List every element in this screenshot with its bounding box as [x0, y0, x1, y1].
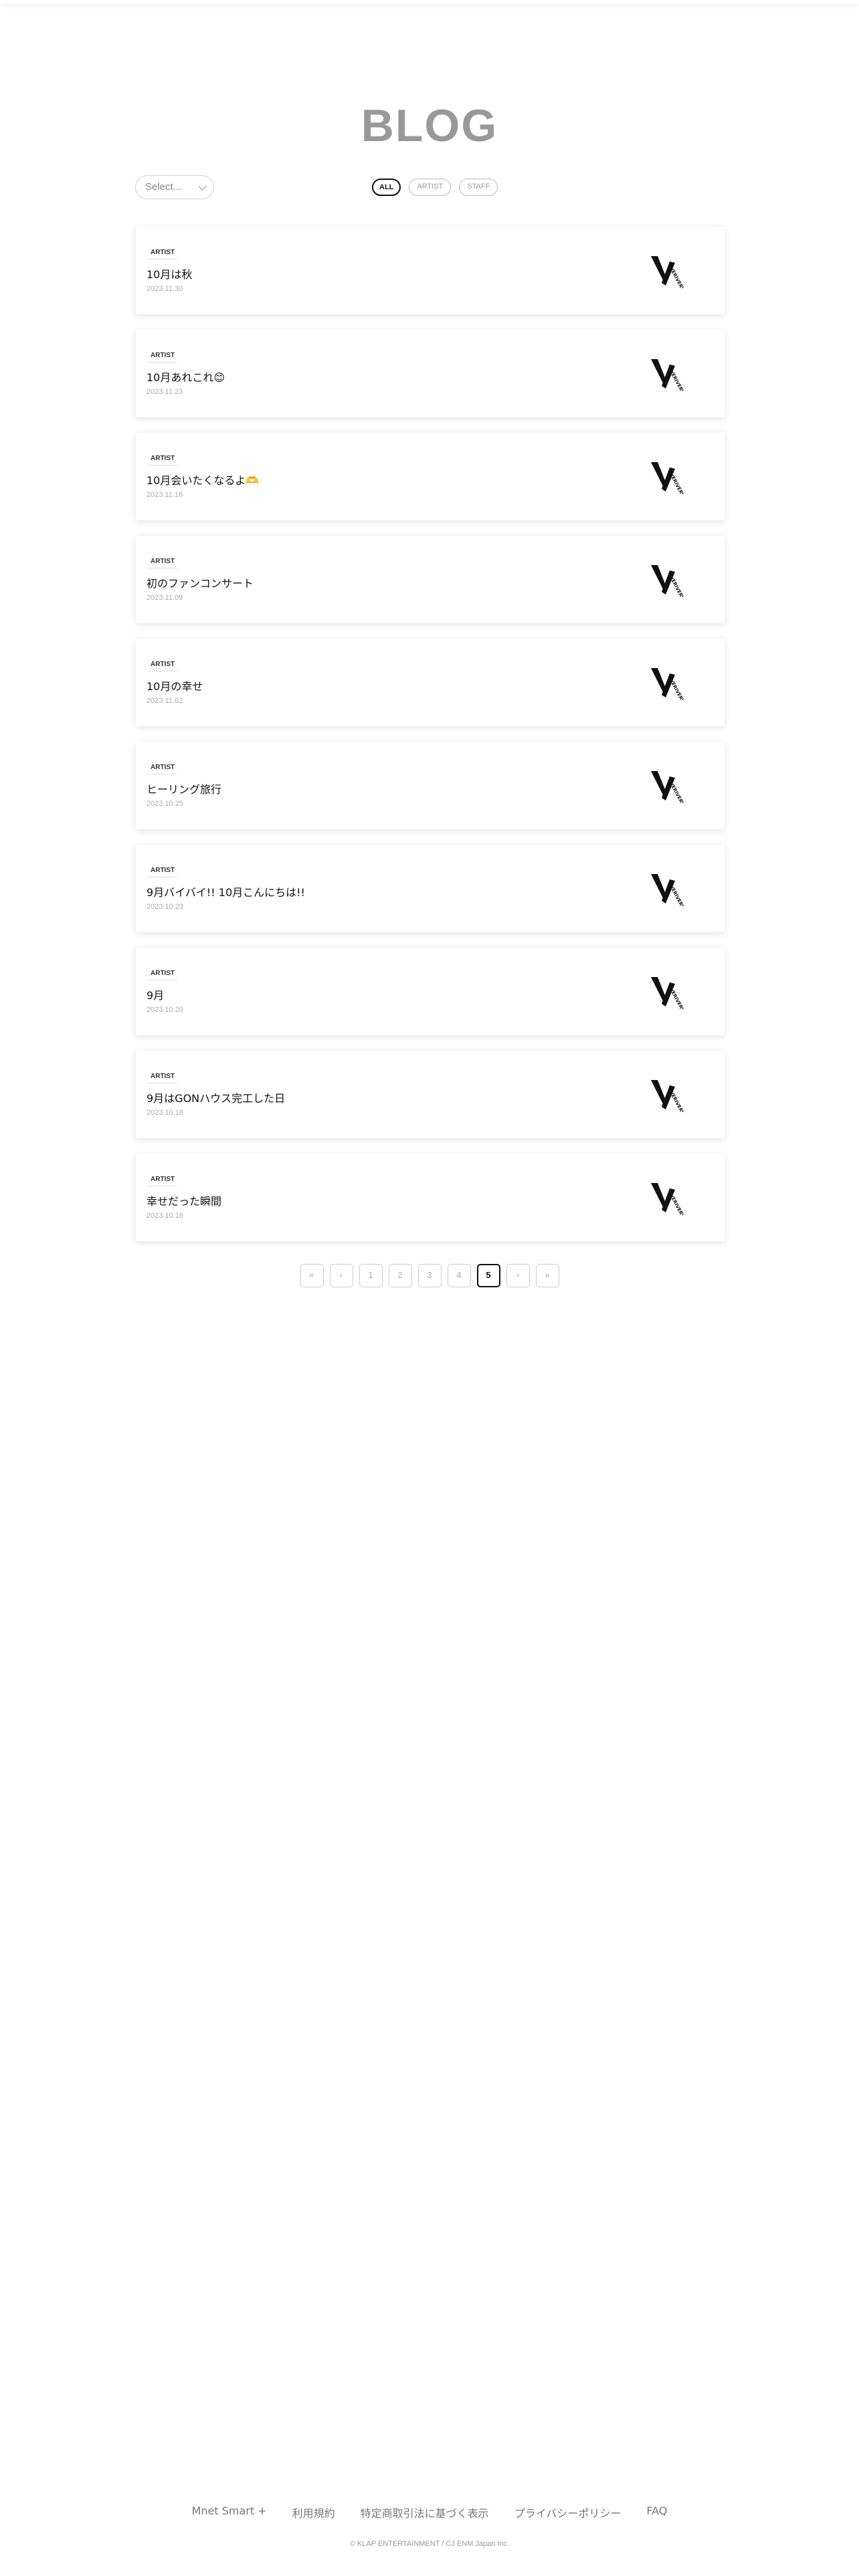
pagination-page-1[interactable]: 1 — [359, 1264, 383, 1287]
blog-page: BLOG Select... ALL ARTIST STAFF ARTIST 10… — [0, 0, 859, 2576]
post-title: 9月 — [147, 989, 165, 1002]
footer-link-terms[interactable]: 利用規約 — [292, 2504, 335, 2520]
svg-text:VERIVERY: VERIVERY — [668, 987, 684, 1009]
svg-text:VERIVERY: VERIVERY — [668, 884, 684, 906]
filter-chip-all[interactable]: ALL — [372, 179, 401, 196]
post-title: 10月会いたくなるよ🫶 — [147, 474, 260, 487]
post-title: 幸せだった瞬間 — [147, 1195, 222, 1208]
post-title: 10月は秋 — [147, 268, 193, 281]
category-select-placeholder: Select... — [145, 181, 182, 193]
verivery-v-logo-icon: VERIVERY — [651, 256, 684, 288]
post-date: 2023.11.16 — [147, 491, 183, 499]
svg-text:VERIVERY: VERIVERY — [668, 781, 684, 803]
footer-link-faq[interactable]: FAQ — [646, 2504, 667, 2520]
filter-chips: ALL ARTIST STAFF — [372, 179, 498, 196]
svg-text:VERIVERY: VERIVERY — [668, 1090, 684, 1112]
copyright: © KLAP ENTERTAINMENT / CJ ENM Japan Inc. — [349, 2540, 510, 2548]
post-title: ヒーリング旅行 — [147, 783, 222, 796]
post-category-tag: ARTIST — [148, 556, 178, 568]
post-category-tag: ARTIST — [148, 968, 178, 980]
post-category-tag: ARTIST — [148, 453, 178, 465]
pagination-next-button[interactable]: › — [506, 1264, 530, 1287]
post-title: 10月の幸せ — [147, 680, 203, 693]
post-card[interactable]: ARTIST 10月会いたくなるよ🫶 2023.11.16 VERIVERY — [136, 433, 725, 520]
post-list: ARTIST 10月は秋 2023.11.30 VERIVERY ARTIST 10月あれ… — [136, 227, 725, 1257]
post-date: 2023.11.30 — [147, 285, 183, 293]
post-category-tag: ARTIST — [148, 762, 178, 774]
pagination-page-3[interactable]: 3 — [417, 1264, 442, 1287]
footer-link-commerce-law[interactable]: 特定商取引法に基づく表示 — [361, 2504, 489, 2520]
post-title: 10月あれこれ😊 — [147, 371, 225, 384]
post-category-tag: ARTIST — [148, 1071, 178, 1083]
pagination-page-2[interactable]: 2 — [388, 1264, 412, 1287]
pagination-last-button[interactable]: » — [535, 1264, 559, 1287]
post-card[interactable]: ARTIST ヒーリング旅行 2023.10.25 VERIVERY — [136, 742, 725, 829]
post-date: 2023.10.20 — [147, 1006, 184, 1014]
post-date: 2023.11.23 — [147, 388, 183, 396]
page-title: BLOG — [361, 100, 498, 151]
footer-link-mnet-smart[interactable]: Mnet Smart + — [192, 2504, 267, 2520]
verivery-v-logo-icon: VERIVERY — [651, 462, 684, 494]
post-date: 2023.11.09 — [147, 594, 183, 602]
post-card[interactable]: ARTIST 9月バイバイ!! 10月こんにちは!! 2023.10.23 VERIV… — [136, 845, 725, 932]
pagination-first-button[interactable]: « — [300, 1264, 324, 1287]
post-date: 2023.10.18 — [147, 1109, 184, 1117]
top-header-bar — [0, 0, 859, 4]
verivery-v-logo-icon: VERIVERY — [651, 565, 684, 597]
filter-chip-artist[interactable]: ARTIST — [409, 179, 452, 196]
post-card[interactable]: ARTIST 10月の幸せ 2023.11.02 VERIVERY — [136, 639, 725, 726]
svg-text:VERIVERY: VERIVERY — [668, 266, 684, 288]
verivery-v-logo-icon: VERIVERY — [651, 771, 684, 803]
svg-text:VERIVERY: VERIVERY — [668, 678, 684, 700]
pagination-page-5-current[interactable]: 5 — [476, 1264, 500, 1287]
svg-text:VERIVERY: VERIVERY — [668, 472, 684, 494]
post-category-tag: ARTIST — [148, 865, 178, 877]
pagination: « ‹ 1 2 3 4 5 › » — [0, 1264, 859, 1287]
category-select[interactable]: Select... — [135, 175, 214, 199]
post-card[interactable]: ARTIST 10月あれこれ😊 2023.11.23 VERIVERY — [136, 330, 725, 417]
post-title: 9月バイバイ!! 10月こんにちは!! — [147, 886, 305, 899]
post-card[interactable]: ARTIST 9月はGONハウス完工した日 2023.10.18 VERIVERY — [136, 1051, 725, 1138]
post-date: 2023.11.02 — [147, 697, 183, 705]
pagination-prev-button[interactable]: ‹ — [329, 1264, 353, 1287]
filter-chip-staff[interactable]: STAFF — [459, 179, 498, 196]
verivery-v-logo-icon: VERIVERY — [651, 874, 684, 906]
verivery-v-logo-icon: VERIVERY — [651, 1183, 684, 1215]
post-title: 初のファンコンサート — [147, 577, 254, 590]
footer-link-privacy[interactable]: プライバシーポリシー — [514, 2504, 622, 2520]
verivery-v-logo-icon: VERIVERY — [651, 668, 684, 700]
svg-text:VERIVERY: VERIVERY — [668, 575, 684, 597]
post-card[interactable]: ARTIST 10月は秋 2023.11.30 VERIVERY — [136, 227, 725, 314]
post-card[interactable]: ARTIST 初のファンコンサート 2023.11.09 VERIVERY — [136, 536, 725, 623]
verivery-v-logo-icon: VERIVERY — [651, 977, 684, 1009]
chevron-down-icon — [198, 182, 207, 191]
post-date: 2023.10.16 — [147, 1212, 184, 1220]
post-category-tag: ARTIST — [148, 247, 178, 259]
pagination-page-4[interactable]: 4 — [447, 1264, 471, 1287]
svg-text:VERIVERY: VERIVERY — [668, 1193, 684, 1215]
post-date: 2023.10.25 — [147, 800, 184, 808]
post-category-tag: ARTIST — [148, 659, 178, 671]
post-card[interactable]: ARTIST 9月 2023.10.20 VERIVERY — [136, 948, 725, 1035]
post-card[interactable]: ARTIST 幸せだった瞬間 2023.10.16 VERIVERY — [136, 1154, 725, 1241]
verivery-v-logo-icon: VERIVERY — [651, 1080, 684, 1112]
verivery-v-logo-icon: VERIVERY — [651, 359, 684, 391]
post-category-tag: ARTIST — [148, 350, 178, 362]
footer-links: Mnet Smart + 利用規約 特定商取引法に基づく表示 プライバシーポリシ… — [0, 2504, 859, 2520]
svg-text:VERIVERY: VERIVERY — [668, 369, 684, 391]
post-title: 9月はGONハウス完工した日 — [147, 1092, 286, 1105]
post-date: 2023.10.23 — [147, 903, 184, 911]
post-category-tag: ARTIST — [148, 1174, 178, 1186]
